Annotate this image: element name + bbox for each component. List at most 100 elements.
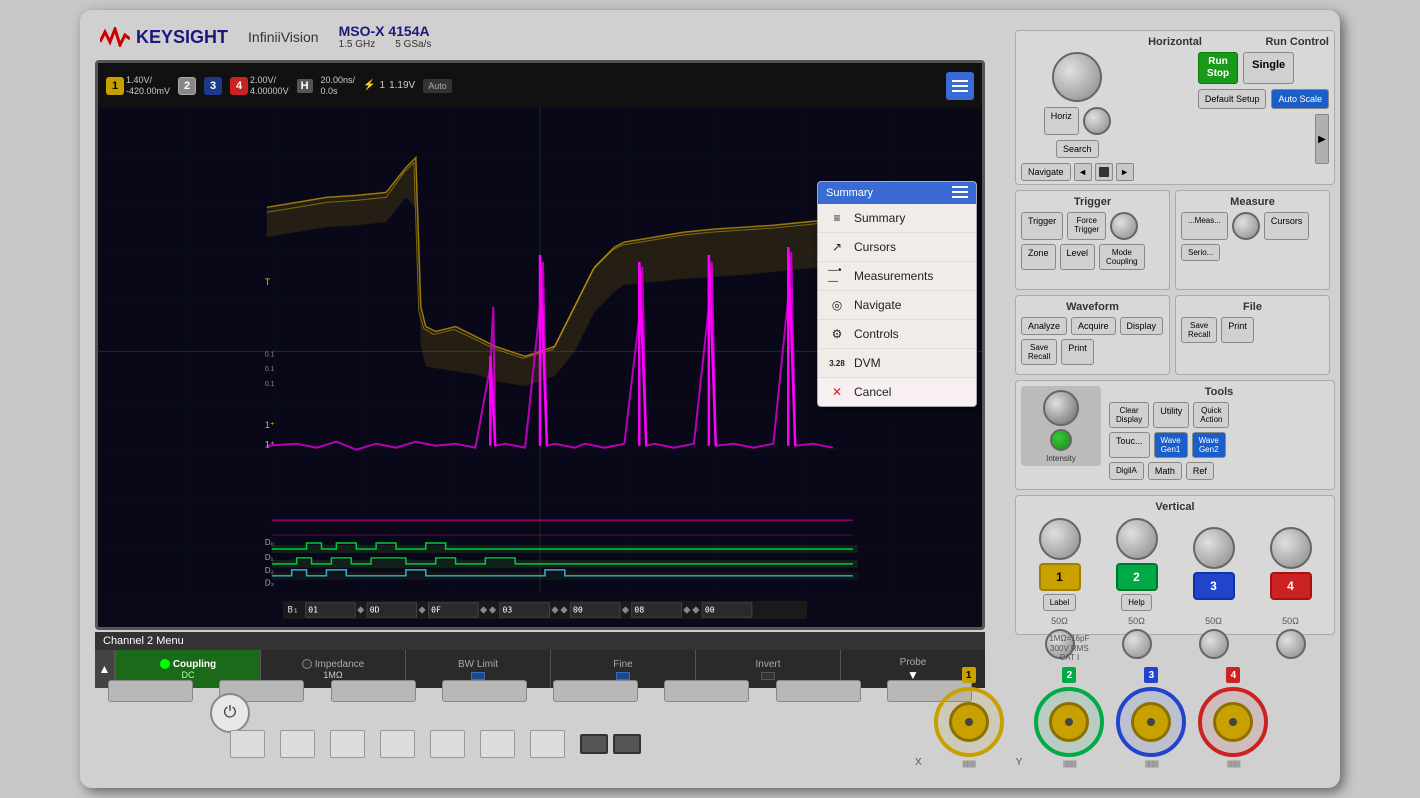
usb-button-2 (280, 730, 315, 758)
cursors-button[interactable]: Cursors (1264, 212, 1310, 240)
acquire-button[interactable]: Acquire (1071, 317, 1116, 335)
navigate-button[interactable]: Navigate (1021, 163, 1071, 181)
panel-collapse-button[interactable]: ▶ (1315, 114, 1329, 164)
analyze-button[interactable]: Analyze (1021, 317, 1067, 335)
menu-item-dvm[interactable]: 3.28 DVM (818, 349, 976, 378)
serial-button[interactable]: Serio... (1181, 244, 1220, 261)
softkey-3[interactable] (331, 680, 416, 702)
ch4-bnc-teeth: |||||||||||||||| (1227, 761, 1240, 768)
ch2-number[interactable]: 2 (178, 77, 196, 95)
softkey-4[interactable] (442, 680, 527, 702)
mode-coupling-button[interactable]: ModeCoupling (1099, 244, 1145, 270)
wave-gen2-button[interactable]: WaveGen2 (1192, 432, 1226, 458)
usb-port-2 (613, 734, 641, 754)
zone-button[interactable]: Zone (1021, 244, 1056, 270)
ch1-scale-knob[interactable] (1039, 518, 1081, 560)
clear-display-button[interactable]: ClearDisplay (1109, 402, 1149, 428)
level-button[interactable]: Level (1060, 244, 1096, 270)
menu-item-cancel[interactable]: ✕ Cancel (818, 378, 976, 406)
invert-label: Invert (755, 659, 780, 670)
menu-item-cursors[interactable]: ↗ Cursors (818, 233, 976, 262)
digi-la-button[interactable]: DigilA (1109, 462, 1144, 480)
ch2-bnc-label: 2 (1062, 667, 1076, 683)
impedance-radio (302, 659, 312, 669)
trigger-button[interactable]: Trigger (1021, 212, 1063, 240)
coupling-label: Coupling (173, 659, 216, 670)
intensity-knob[interactable] (1043, 390, 1079, 426)
auto-scale-button[interactable]: Auto Scale (1271, 89, 1329, 109)
ref-button[interactable]: Ref (1186, 462, 1214, 480)
print-file-button[interactable]: Print (1221, 317, 1254, 343)
h-time: 20.00ns/ (321, 75, 356, 86)
ch4-number[interactable]: 4 (230, 77, 248, 95)
quick-action-button[interactable]: QuickAction (1193, 402, 1229, 428)
run-stop-button[interactable]: Run Stop (1198, 52, 1238, 84)
touch-button[interactable]: Touc... (1109, 432, 1150, 458)
single-button[interactable]: Single (1243, 52, 1294, 84)
waveform-title: Waveform (1021, 301, 1164, 313)
ohm-labels: 50Ω 50Ω 50Ω 50Ω (1021, 616, 1329, 626)
ch3-button[interactable]: 3 (1193, 572, 1235, 600)
display-button[interactable]: Display (1120, 317, 1164, 335)
ch3-number[interactable]: 3 (204, 77, 222, 95)
menu-button[interactable] (946, 72, 974, 100)
dvm-icon: 3.28 (828, 356, 846, 370)
measure-knob[interactable] (1232, 212, 1260, 240)
ch4-bnc-inner (1213, 702, 1253, 742)
tools-title: Tools (1109, 386, 1329, 398)
nav-right-button[interactable]: ► (1116, 163, 1134, 181)
utility-button[interactable]: Utility (1153, 402, 1189, 428)
ch2-button[interactable]: 2 (1116, 563, 1158, 591)
horiz-button[interactable]: Horiz (1044, 107, 1079, 135)
wave-gen1-button[interactable]: WaveGen1 (1154, 432, 1188, 458)
meas-button[interactable]: ...Meas... (1181, 212, 1228, 240)
context-dropdown-menu[interactable]: Summary ≡ Summary ↗ Cursors —•— Measurem… (817, 181, 977, 407)
menu-item-measurements[interactable]: —•— Measurements (818, 262, 976, 291)
vertical-section: Vertical 1 Label 2 Help 3 (1015, 495, 1335, 635)
math-button[interactable]: Math (1148, 462, 1182, 480)
save-recall-file-button[interactable]: SaveRecall (1181, 317, 1217, 343)
ch3-scale-knob[interactable] (1193, 527, 1235, 569)
controls-icon: ⚙ (828, 327, 846, 341)
intensity-label: Intensity (1046, 454, 1076, 463)
nav-stop-button[interactable] (1095, 163, 1113, 181)
ch2-scale-knob[interactable] (1116, 518, 1158, 560)
ch4-scale-knob[interactable] (1270, 527, 1312, 569)
intensity-inner-knob[interactable] (1050, 429, 1072, 451)
zoom-knob[interactable] (1083, 107, 1111, 135)
usb-button-3 (330, 730, 365, 758)
ch2-badge: 2 (178, 77, 196, 95)
ch2-bnc-dot (1065, 718, 1073, 726)
menu-item-controls[interactable]: ⚙ Controls (818, 320, 976, 349)
ch1-button[interactable]: 1 (1039, 563, 1081, 591)
horizontal-scale-knob[interactable] (1052, 52, 1102, 102)
ch2-help-button[interactable]: Help (1121, 594, 1151, 611)
force-trigger-button[interactable]: ForceTrigger (1067, 212, 1106, 240)
menu-item-summary[interactable]: ≡ Summary (818, 204, 976, 233)
svg-text:1⁺: 1⁺ (265, 440, 275, 450)
softkey-1[interactable] (108, 680, 193, 702)
softkey-5[interactable] (553, 680, 638, 702)
ch4-button[interactable]: 4 (1270, 572, 1312, 600)
ch2-bnc: 1MΩ=16pF300V RMSCAT I 2 |||||||||||||||| (1034, 634, 1104, 768)
power-button[interactable]: ⏻ (210, 693, 250, 733)
menu-item-navigate[interactable]: ◎ Navigate (818, 291, 976, 320)
nav-left-button[interactable]: ◄ (1074, 163, 1092, 181)
menu-label-measurements: Measurements (854, 269, 933, 283)
cancel-icon: ✕ (828, 385, 846, 399)
ch1-number[interactable]: 1 (106, 77, 124, 95)
print-button[interactable]: Print (1061, 339, 1094, 365)
softkey-7[interactable] (776, 680, 861, 702)
search-button[interactable]: Search (1056, 140, 1099, 158)
trigger-level-knob[interactable] (1110, 212, 1138, 240)
trigger-info: ⚡ 1 1.19V (363, 80, 415, 91)
softkey-6[interactable] (664, 680, 749, 702)
default-setup-button[interactable]: Default Setup (1198, 89, 1267, 109)
save-recall-button[interactable]: SaveRecall (1021, 339, 1057, 365)
measurements-icon: —•— (828, 269, 846, 283)
menu-label-controls: Controls (854, 327, 899, 341)
bnc-connectors-area: X 1 |||||||||||||||| Y 1MΩ=16pF300V RMSC… (910, 629, 1350, 773)
intensity-area: Intensity (1021, 386, 1101, 466)
xy-y-label: Y (1016, 757, 1023, 768)
ch1-label-button[interactable]: Label (1043, 594, 1077, 611)
